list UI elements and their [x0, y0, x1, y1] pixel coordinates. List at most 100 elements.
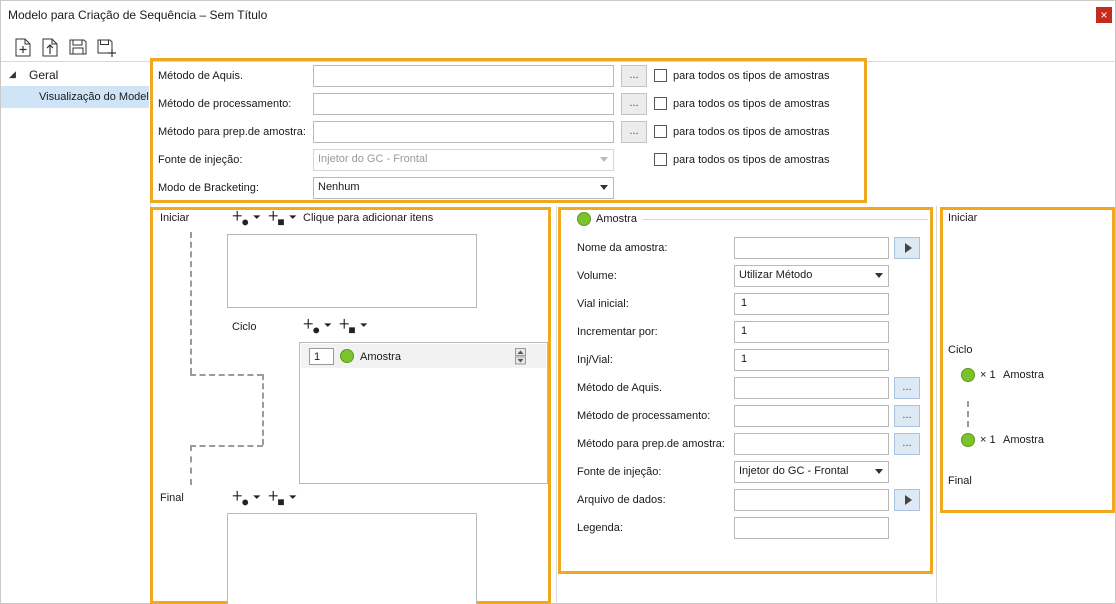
preview-end-label: Final [948, 475, 972, 487]
volume-value: Utilizar Método [739, 269, 813, 281]
injection-source-all-types-checkbox[interactable] [654, 153, 667, 166]
preview-cycle-label: Ciclo [948, 344, 973, 356]
new-icon[interactable] [12, 36, 34, 58]
sample-acq-method-browse-button[interactable]: ... [894, 377, 920, 399]
preview-item-name: Amostra [1003, 434, 1044, 446]
initial-vial-input[interactable]: 1 [734, 293, 889, 315]
preview-connector [967, 401, 969, 427]
header-divider [642, 219, 928, 220]
bracketing-mode-select[interactable]: Nenhum [313, 177, 614, 199]
chevron-down-icon [875, 469, 883, 474]
caption-label: Legenda: [577, 522, 623, 534]
sample-acq-method-input[interactable] [734, 377, 889, 399]
data-file-label: Arquivo de dados: [577, 494, 666, 506]
proc-method-all-types-label: para todos os tipos de amostras [673, 98, 830, 110]
data-file-input[interactable] [734, 489, 889, 511]
proc-method-browse-button[interactable]: ... [621, 93, 647, 115]
bracketing-mode-label: Modo de Bracketing: [158, 182, 259, 194]
volume-select[interactable]: Utilizar Método [734, 265, 889, 287]
sequence-end-label: Final [160, 492, 184, 504]
add-sample-icon[interactable] [230, 490, 264, 506]
sample-proc-method-label: Método de processamento: [577, 410, 711, 422]
window-title: Modelo para Criação de Sequência – Sem T… [8, 8, 268, 22]
sample-proc-method-input[interactable] [734, 405, 889, 427]
initial-vial-label: Vial inicial: [577, 298, 629, 310]
preview-start-label: Iniciar [948, 212, 978, 224]
proc-method-all-types-checkbox[interactable] [654, 97, 667, 110]
acq-method-all-types-checkbox[interactable] [654, 69, 667, 82]
proc-method-input[interactable] [313, 93, 614, 115]
sample-dot-icon [577, 212, 591, 226]
add-standard-icon[interactable] [266, 490, 300, 506]
cycle-item-row[interactable] [301, 344, 546, 368]
play-icon [905, 495, 912, 505]
prep-method-input[interactable] [313, 121, 614, 143]
sample-injection-source-label: Fonte de injeção: [577, 466, 662, 478]
sample-prep-method-browse-button[interactable]: ... [894, 433, 920, 455]
sequence-start-label: Iniciar [160, 212, 190, 224]
add-sample-icon[interactable] [301, 318, 335, 334]
import-icon[interactable] [39, 36, 61, 58]
increment-input[interactable]: 1 [734, 321, 889, 343]
flow-connector [190, 374, 263, 376]
caption-input[interactable] [734, 517, 889, 539]
end-items-box[interactable] [227, 513, 477, 604]
save-as-icon[interactable] [95, 36, 117, 58]
injection-source-label: Fonte de injeção: [158, 154, 243, 166]
chevron-down-icon [600, 185, 608, 190]
prep-method-browse-button[interactable]: ... [621, 121, 647, 143]
flow-connector [190, 445, 263, 447]
start-items-box[interactable] [227, 234, 477, 308]
chevron-down-icon [875, 273, 883, 278]
sample-proc-method-browse-button[interactable]: ... [894, 405, 920, 427]
cycle-label: Ciclo [232, 321, 257, 333]
injection-source-value: Injetor do GC - Frontal [318, 153, 428, 165]
increment-label: Incrementar por: [577, 326, 658, 338]
inj-per-vial-input[interactable]: 1 [734, 349, 889, 371]
acq-method-browse-button[interactable]: ... [621, 65, 647, 87]
acq-method-all-types-label: para todos os tipos de amostras [673, 70, 830, 82]
add-standard-icon[interactable] [337, 318, 371, 334]
reorder-arrows-icon[interactable] [515, 348, 526, 365]
save-icon[interactable] [67, 36, 89, 58]
add-items-hint[interactable]: Clique para adicionar itens [303, 212, 433, 224]
injection-source-all-types-label: para todos os tipos de amostras [673, 154, 830, 166]
data-file-insert-button[interactable] [894, 489, 920, 511]
pane-divider [936, 206, 937, 604]
sample-prep-method-input[interactable] [734, 433, 889, 455]
pane-divider [556, 206, 557, 604]
sample-dot-icon [340, 349, 354, 363]
sample-props-header: Amostra [596, 213, 637, 225]
injection-source-select[interactable]: Injetor do GC - Frontal [313, 149, 614, 171]
sample-name-label: Nome da amostra: [577, 242, 668, 254]
prep-method-all-types-label: para todos os tipos de amostras [673, 126, 830, 138]
flow-connector [262, 374, 264, 445]
bracketing-mode-value: Nenhum [318, 181, 360, 193]
cycle-item-count-input[interactable]: 1 [309, 348, 334, 365]
sample-dot-icon [961, 433, 975, 447]
prep-method-label: Método para prep.de amostra: [158, 126, 306, 138]
sample-name-input[interactable] [734, 237, 889, 259]
proc-method-label: Método de processamento: [158, 98, 292, 110]
inj-per-vial-label: Inj/Vial: [577, 354, 613, 366]
acq-method-label: Método de Aquis. [158, 70, 244, 82]
cycle-item-name: Amostra [360, 351, 401, 363]
acq-method-input[interactable] [313, 65, 614, 87]
sample-prep-method-label: Método para prep.de amostra: [577, 438, 725, 450]
expand-arrow-icon[interactable]: ◢ [9, 69, 16, 80]
prep-method-all-types-checkbox[interactable] [654, 125, 667, 138]
flow-connector [190, 445, 192, 485]
sample-injection-source-select[interactable]: Injetor do GC - Frontal [734, 461, 889, 483]
sample-name-insert-button[interactable] [894, 237, 920, 259]
tree-item-visualizacao[interactable]: Visualização do Modelo [39, 91, 149, 103]
add-standard-icon[interactable] [266, 210, 300, 226]
close-button[interactable]: × [1096, 7, 1112, 23]
add-sample-icon[interactable] [230, 210, 264, 226]
sample-injection-source-value: Injetor do GC - Frontal [739, 465, 849, 477]
preview-item-mult: × 1 [980, 434, 996, 446]
sample-acq-method-label: Método de Aquis. [577, 382, 663, 394]
volume-label: Volume: [577, 270, 617, 282]
chevron-down-icon [600, 157, 608, 162]
preview-item-mult: × 1 [980, 369, 996, 381]
tree-item-geral[interactable]: Geral [29, 68, 58, 82]
